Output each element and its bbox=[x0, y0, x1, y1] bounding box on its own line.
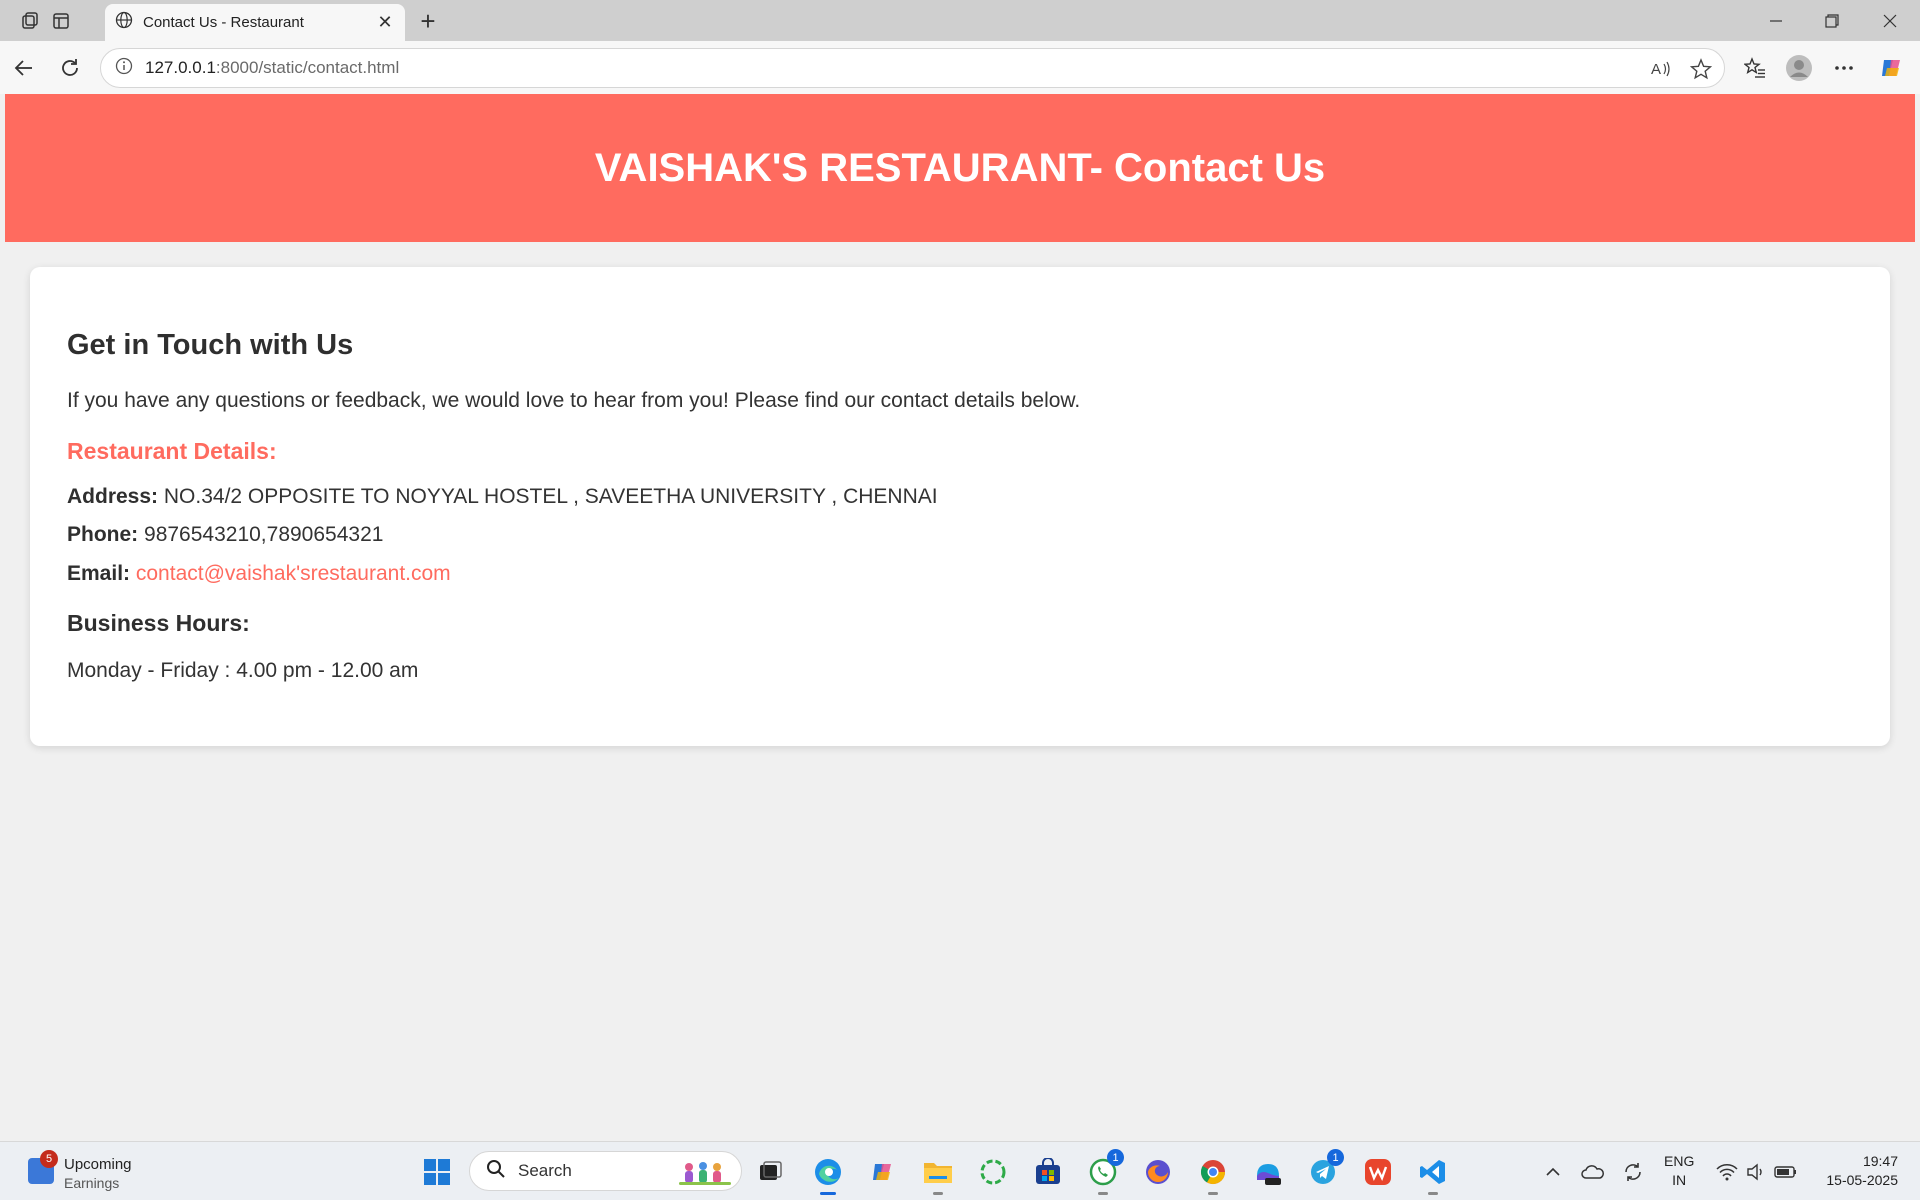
phone-label: Phone: bbox=[67, 523, 139, 546]
refresh-icon[interactable] bbox=[55, 53, 85, 83]
back-icon[interactable] bbox=[9, 53, 39, 83]
url-text: 127.0.0.1:8000/static/contact.html bbox=[145, 58, 399, 78]
refresh-app-icon[interactable] bbox=[976, 1155, 1010, 1189]
store-icon[interactable] bbox=[1031, 1155, 1065, 1189]
address-value: NO.34/2 OPPOSITE TO NOYYAL HOSTEL , SAVE… bbox=[163, 485, 938, 508]
widget-line2: Earnings bbox=[64, 1175, 120, 1191]
vscode-running-indicator bbox=[1428, 1192, 1438, 1195]
copilot-taskbar-icon[interactable] bbox=[866, 1155, 900, 1189]
email-link[interactable]: contact@vaishak'srestaurant.com bbox=[136, 562, 451, 585]
business-hours-value: Monday - Friday : 4.00 pm - 12.00 am bbox=[67, 659, 419, 682]
close-tab-icon[interactable]: ✕ bbox=[375, 12, 395, 33]
m365-icon[interactable] bbox=[1251, 1155, 1285, 1189]
email-row: Email: contact@vaishak'srestaurant.com bbox=[67, 562, 451, 586]
site-info-icon[interactable] bbox=[115, 57, 133, 80]
chrome-icon[interactable] bbox=[1196, 1155, 1230, 1195]
whatsapp-running-indicator bbox=[1098, 1192, 1108, 1195]
explorer-running-indicator bbox=[933, 1192, 943, 1195]
wps-office-icon[interactable] bbox=[1361, 1155, 1395, 1189]
workspaces-icon[interactable] bbox=[17, 8, 43, 34]
new-tab-button[interactable]: + bbox=[414, 6, 442, 36]
volume-icon[interactable] bbox=[1744, 1160, 1768, 1184]
svg-text:A: A bbox=[1651, 61, 1661, 78]
intro-text: If you have any questions or feedback, w… bbox=[67, 389, 1081, 412]
vscode-icon[interactable] bbox=[1416, 1155, 1450, 1195]
contact-card: Get in Touch with Us If you have any que… bbox=[30, 267, 1890, 746]
close-window-icon[interactable] bbox=[1862, 0, 1918, 41]
search-label: Search bbox=[518, 1161, 572, 1180]
more-options-icon[interactable] bbox=[1829, 53, 1859, 83]
sync-icon[interactable] bbox=[1621, 1160, 1645, 1184]
address-label: Address: bbox=[67, 485, 159, 508]
widget-badge: 5 bbox=[40, 1150, 58, 1168]
restaurant-details-title: Restaurant Details: bbox=[67, 438, 277, 464]
battery-icon[interactable] bbox=[1774, 1160, 1798, 1184]
contact-heading: Get in Touch with Us bbox=[67, 329, 354, 361]
search-icon bbox=[486, 1159, 506, 1184]
task-view-icon[interactable] bbox=[753, 1155, 787, 1189]
tab-title: Contact Us - Restaurant bbox=[143, 14, 304, 31]
favorite-star-icon[interactable] bbox=[1689, 57, 1713, 81]
minimize-icon[interactable] bbox=[1748, 0, 1804, 41]
widgets-button[interactable]: 5 Upcoming Earnings bbox=[24, 1150, 164, 1194]
search-highlight-icon bbox=[679, 1162, 731, 1185]
file-explorer-icon[interactable] bbox=[921, 1155, 955, 1195]
url-host: 127.0.0.1 bbox=[145, 58, 216, 77]
globe-icon bbox=[115, 11, 133, 34]
business-hours-title: Business Hours: bbox=[67, 610, 250, 636]
clock-date: 15-05-2025 bbox=[1826, 1172, 1898, 1188]
widget-line1: Upcoming bbox=[64, 1156, 132, 1173]
edge-icon[interactable] bbox=[811, 1155, 845, 1195]
taskbar-search[interactable]: Search bbox=[469, 1151, 742, 1191]
region-code: IN bbox=[1672, 1172, 1687, 1188]
edge-active-indicator bbox=[820, 1192, 836, 1195]
header-title: VAISHAK'S RESTAURANT- Contact Us bbox=[594, 145, 1326, 190]
whatsapp-badge: 1 bbox=[1107, 1149, 1124, 1166]
address-row: Address: NO.34/2 OPPOSITE TO NOYYAL HOST… bbox=[67, 485, 938, 509]
firefox-icon[interactable] bbox=[1141, 1155, 1175, 1189]
read-aloud-icon[interactable]: A bbox=[1649, 57, 1673, 81]
chrome-running-indicator bbox=[1208, 1192, 1218, 1195]
phone-row: Phone: 9876543210,7890654321 bbox=[67, 523, 383, 547]
clock-time: 19:47 bbox=[1862, 1153, 1898, 1169]
phone-value: 9876543210,7890654321 bbox=[144, 523, 384, 546]
copilot-icon[interactable] bbox=[1877, 53, 1907, 83]
email-label: Email: bbox=[67, 562, 131, 585]
whatsapp-icon[interactable]: 1 bbox=[1086, 1149, 1124, 1195]
language-code: ENG bbox=[1664, 1153, 1695, 1169]
page-viewport: VAISHAK'S RESTAURANT- Contact Us Get in … bbox=[5, 94, 1915, 1136]
favorites-icon[interactable] bbox=[1740, 53, 1770, 83]
wifi-icon[interactable] bbox=[1715, 1160, 1739, 1184]
restore-icon[interactable] bbox=[1804, 0, 1860, 41]
start-icon[interactable] bbox=[420, 1155, 454, 1189]
browser-toolbar: 127.0.0.1:8000/static/contact.html A bbox=[0, 41, 1920, 94]
show-hidden-icons-icon[interactable] bbox=[1541, 1160, 1565, 1184]
url-path: :8000/static/contact.html bbox=[215, 58, 400, 77]
active-tab[interactable]: Contact Us - Restaurant ✕ bbox=[105, 4, 405, 41]
site-header: VAISHAK'S RESTAURANT- Contact Us bbox=[5, 94, 1915, 242]
clock[interactable]: 19:47 15-05-2025 bbox=[1826, 1152, 1898, 1190]
vertical-tabs-icon[interactable] bbox=[48, 8, 74, 34]
language-indicator[interactable]: ENG IN bbox=[1664, 1152, 1694, 1190]
telegram-badge: 1 bbox=[1327, 1149, 1344, 1166]
browser-tab-bar: Contact Us - Restaurant ✕ + bbox=[0, 0, 1920, 41]
telegram-icon[interactable]: 1 bbox=[1306, 1149, 1344, 1189]
address-bar[interactable]: 127.0.0.1:8000/static/contact.html A bbox=[100, 48, 1725, 88]
profile-avatar-icon[interactable] bbox=[1784, 53, 1814, 83]
windows-taskbar: 5 Upcoming Earnings Search 1 1 ENG IN 19… bbox=[0, 1141, 1920, 1200]
onedrive-icon[interactable] bbox=[1581, 1160, 1605, 1184]
